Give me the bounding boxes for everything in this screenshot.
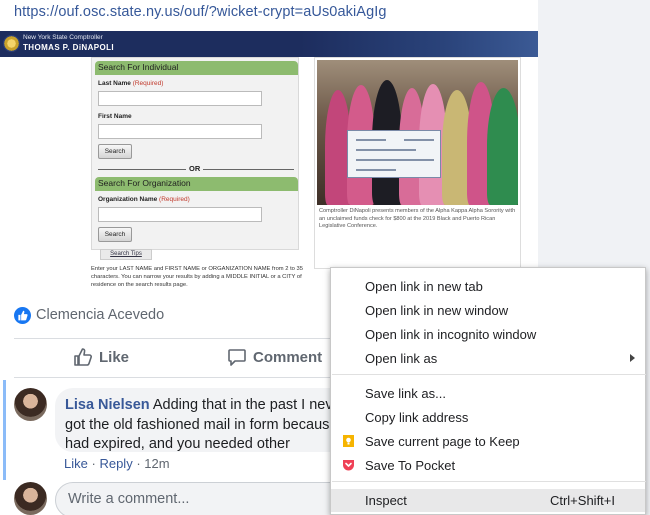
comment-author[interactable]: Lisa Nielsen	[65, 397, 150, 413]
menu-inspect[interactable]: Inspect Ctrl+Shift+I	[331, 489, 645, 512]
thread-indicator	[3, 380, 6, 480]
individual-section-header: Search For Individual	[95, 61, 298, 75]
first-name-field[interactable]	[98, 124, 262, 139]
write-comment-input[interactable]	[68, 491, 338, 507]
current-user-avatar	[14, 482, 47, 515]
photo-caption: Comptroller DiNapoli presents members of…	[319, 208, 516, 229]
individual-search-button[interactable]: Search	[98, 144, 132, 159]
comment-bubble: Lisa Nielsen Adding that in the past I n…	[55, 388, 355, 452]
link-preview[interactable]: New York State Comptroller THOMAS P. DiN…	[0, 31, 538, 295]
menu-save-link-as[interactable]: Save link as...	[331, 382, 645, 405]
menu-copy-link-address[interactable]: Copy link address	[331, 406, 645, 429]
context-menu: Open link in new tab Open link in new wi…	[330, 267, 646, 515]
like-reaction-icon	[14, 307, 31, 324]
menu-save-to-keep[interactable]: Save current page to Keep	[331, 430, 645, 453]
comment-label: Comment	[253, 349, 323, 366]
comment-meta: Like · Reply · 12m	[64, 456, 170, 471]
site-banner: New York State Comptroller THOMAS P. DiN…	[0, 31, 538, 57]
menu-separator	[332, 374, 646, 375]
pocket-icon	[343, 460, 354, 471]
banner-subtitle: New York State Comptroller	[23, 34, 103, 41]
menu-open-incognito[interactable]: Open link in incognito window	[331, 323, 645, 346]
org-name-label: Organization Name (Required)	[98, 196, 190, 203]
organization-search-button[interactable]: Search	[98, 227, 132, 242]
menu-separator	[332, 481, 646, 482]
commenter-avatar[interactable]	[14, 388, 47, 421]
thumbs-up-icon	[74, 348, 92, 366]
or-divider: OR	[98, 164, 294, 174]
organization-section-header: Search For Organization	[95, 177, 298, 191]
last-name-label: Last Name (Required)	[98, 80, 164, 87]
banner-title: THOMAS P. DiNAPOLI	[23, 43, 115, 52]
first-name-label: First Name	[98, 113, 132, 120]
photo-card: Comptroller DiNapoli presents members of…	[314, 57, 521, 269]
like-label: Like	[99, 349, 130, 366]
comment-icon	[228, 349, 246, 366]
state-seal-icon	[3, 35, 20, 52]
menu-open-link-as[interactable]: Open link as	[331, 347, 645, 370]
comment-timestamp[interactable]: 12m	[144, 456, 169, 471]
org-name-field[interactable]	[98, 207, 262, 222]
menu-open-new-window[interactable]: Open link in new window	[331, 299, 645, 322]
reactor-name[interactable]: Clemencia Acevedo	[36, 307, 164, 323]
keep-icon	[343, 435, 354, 447]
comment-reply-link[interactable]: Reply	[99, 456, 132, 471]
search-panel: Search For Individual Last Name (Require…	[91, 57, 299, 250]
search-instructions: Enter your LAST NAME and FIRST NAME or O…	[91, 266, 303, 288]
last-name-field[interactable]	[98, 91, 262, 106]
event-photo	[317, 60, 518, 205]
menu-save-to-pocket[interactable]: Save To Pocket	[331, 454, 645, 477]
submenu-arrow-icon	[630, 354, 635, 362]
comment-like-link[interactable]: Like	[64, 456, 88, 471]
inspect-shortcut: Ctrl+Shift+I	[549, 493, 615, 508]
search-tips-link[interactable]: Search Tips	[100, 249, 152, 260]
ceremonial-check	[347, 130, 441, 178]
write-comment-box[interactable]	[55, 482, 355, 515]
comment-body: Lisa Nielsen Adding that in the past I n…	[65, 396, 355, 454]
shared-link-url[interactable]: https://ouf.osc.state.ny.us/ouf/?wicket-…	[14, 4, 387, 20]
menu-open-new-tab[interactable]: Open link in new tab	[331, 275, 645, 298]
